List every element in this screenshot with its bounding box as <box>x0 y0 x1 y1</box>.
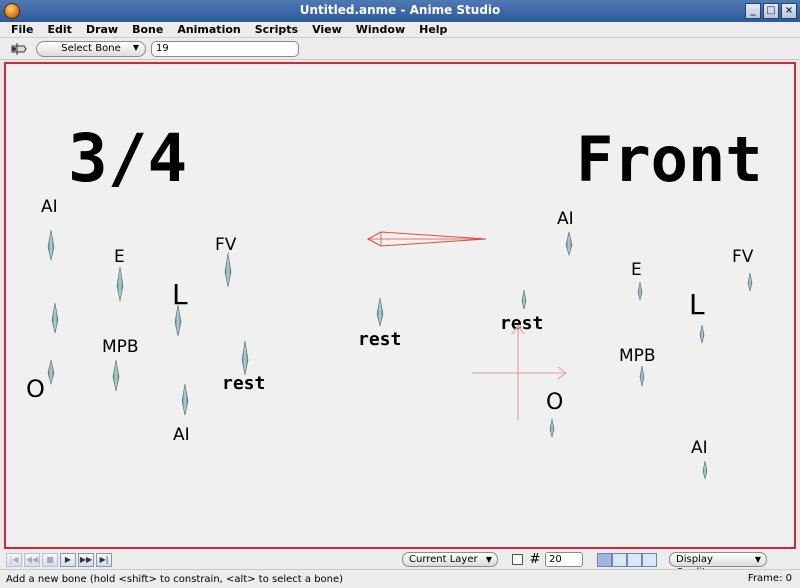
heading-three-quarter: 3/4 <box>68 120 187 197</box>
chevron-down-icon: ▼ <box>754 555 761 564</box>
menu-window[interactable]: Window <box>349 23 412 36</box>
label-e: E <box>114 247 125 267</box>
label-mpb: MPB <box>102 337 139 357</box>
label-fv: FV <box>732 247 754 267</box>
close-button[interactable]: × <box>781 3 797 19</box>
bottom-toolbar: |◀ ◀◀ ■ ▶ ▶▶ ▶| Current Layer ▼ # 20 Dis… <box>0 550 800 578</box>
step-back-icon[interactable]: ◀◀ <box>24 552 40 567</box>
maximize-button[interactable]: □ <box>763 3 779 19</box>
label-ai: AI <box>41 197 58 217</box>
label-fv: FV <box>215 235 237 255</box>
menu-file[interactable]: File <box>4 23 41 36</box>
label-rest: rest <box>358 329 401 350</box>
menu-view[interactable]: View <box>305 23 349 36</box>
select-bone-dropdown[interactable]: Select Bone ▼ <box>36 40 146 57</box>
menu-bar: File Edit Draw Bone Animation Scripts Vi… <box>0 22 800 38</box>
bone[interactable] <box>47 229 55 261</box>
view-layout-buttons <box>597 552 657 567</box>
bone[interactable] <box>376 297 384 327</box>
menu-edit[interactable]: Edit <box>41 23 79 36</box>
window-controls: _ □ × <box>745 3 797 19</box>
grid-size-field[interactable]: 20 <box>545 552 583 567</box>
bone[interactable] <box>47 359 55 386</box>
canvas-drawing: 3/4 Front AI E FV L MPB O AI rest rest r… <box>26 120 763 480</box>
step-forward-icon[interactable]: ▶▶ <box>78 552 94 567</box>
chevron-down-icon: ▼ <box>132 42 139 52</box>
bone-value-field[interactable]: 19 <box>151 40 299 57</box>
bone[interactable] <box>702 460 708 480</box>
label-ai: AI <box>557 209 574 229</box>
stop-icon[interactable]: ■ <box>42 552 58 567</box>
select-bone-label: Select Bone <box>61 43 121 54</box>
bone[interactable] <box>51 302 59 334</box>
status-message: Add a new bone (hold <shift> to constrai… <box>6 573 344 585</box>
bone[interactable] <box>116 266 124 302</box>
menu-scripts[interactable]: Scripts <box>248 23 305 36</box>
menu-draw[interactable]: Draw <box>79 23 125 36</box>
tool-options-bar: Select Bone ▼ 19 <box>0 38 800 60</box>
label-mpb: MPB <box>619 346 656 366</box>
grid-checkbox[interactable] <box>512 554 523 565</box>
label-o: O <box>26 375 45 403</box>
label-e: E <box>631 260 642 280</box>
frame-indicator: Frame: 0 <box>747 573 792 584</box>
layer-dropdown[interactable]: Current Layer ▼ <box>402 552 498 567</box>
label-l: L <box>689 288 705 321</box>
add-bone-icon[interactable] <box>8 40 30 58</box>
selected-bone[interactable] <box>366 231 487 247</box>
label-o: O <box>546 390 563 415</box>
bone[interactable] <box>699 324 705 344</box>
bone[interactable] <box>521 289 527 310</box>
chevron-down-icon: ▼ <box>485 555 492 564</box>
layer-dropdown-label: Current Layer <box>409 554 478 565</box>
bone[interactable] <box>565 231 573 257</box>
grid-icon: # <box>529 552 541 567</box>
menu-bone[interactable]: Bone <box>125 23 170 36</box>
single-view-button[interactable] <box>597 552 612 567</box>
label-rest: rest <box>222 373 265 394</box>
split-vertical-view-button[interactable] <box>612 552 627 567</box>
bone[interactable] <box>241 340 249 376</box>
bone[interactable] <box>639 365 645 387</box>
bone[interactable] <box>747 272 753 292</box>
rewind-to-start-icon[interactable]: |◀ <box>6 552 22 567</box>
heading-front: Front <box>576 123 763 196</box>
title-bar: Untitled.anme - Anime Studio _ □ × <box>0 0 800 22</box>
menu-help[interactable]: Help <box>412 23 454 36</box>
skip-to-end-icon[interactable]: ▶| <box>96 552 112 567</box>
minimize-button[interactable]: _ <box>745 3 761 19</box>
split-horizontal-view-button[interactable] <box>627 552 642 567</box>
bone[interactable] <box>224 252 232 288</box>
bone[interactable] <box>112 359 120 392</box>
label-ai: AI <box>173 425 190 445</box>
label-ai: AI <box>691 438 708 458</box>
playback-controls: |◀ ◀◀ ■ ▶ ▶▶ ▶| <box>4 552 112 567</box>
status-bar: Add a new bone (hold <shift> to constrai… <box>0 569 800 588</box>
display-quality-dropdown[interactable]: Display Quality ▼ <box>669 552 767 578</box>
quad-view-button[interactable] <box>642 552 657 567</box>
play-icon[interactable]: ▶ <box>60 552 76 567</box>
menu-animation[interactable]: Animation <box>170 23 247 36</box>
canvas-viewport[interactable]: 3/4 Front AI E FV L MPB O AI rest rest r… <box>4 62 796 549</box>
bone[interactable] <box>637 281 643 301</box>
bone[interactable] <box>549 418 555 438</box>
bone[interactable] <box>181 383 189 416</box>
window-title: Untitled.anme - Anime Studio <box>299 3 501 17</box>
label-l: L <box>172 278 188 311</box>
